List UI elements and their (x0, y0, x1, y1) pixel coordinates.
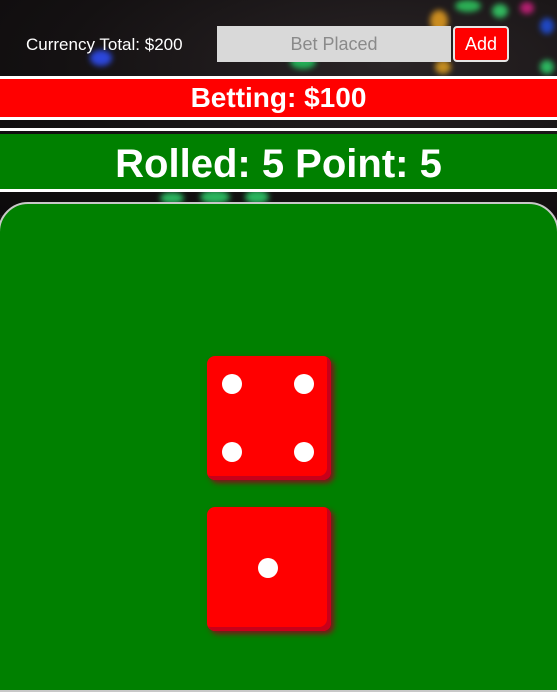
pip (222, 374, 242, 394)
pip (294, 442, 314, 462)
pip (222, 442, 242, 462)
die-one-icon[interactable] (207, 507, 331, 631)
currency-total: Currency Total: $200 (26, 35, 183, 54)
bet-input[interactable] (217, 26, 451, 62)
top-bar: Currency Total: $200 Add (0, 25, 557, 65)
die-four-icon[interactable] (207, 356, 331, 480)
pip (258, 558, 278, 578)
pip (294, 374, 314, 394)
divider (0, 128, 557, 131)
add-button[interactable]: Add (453, 26, 509, 62)
roll-status-banner: Rolled: 5 Point: 5 (0, 134, 557, 192)
betting-banner: Betting: $100 (0, 76, 557, 120)
